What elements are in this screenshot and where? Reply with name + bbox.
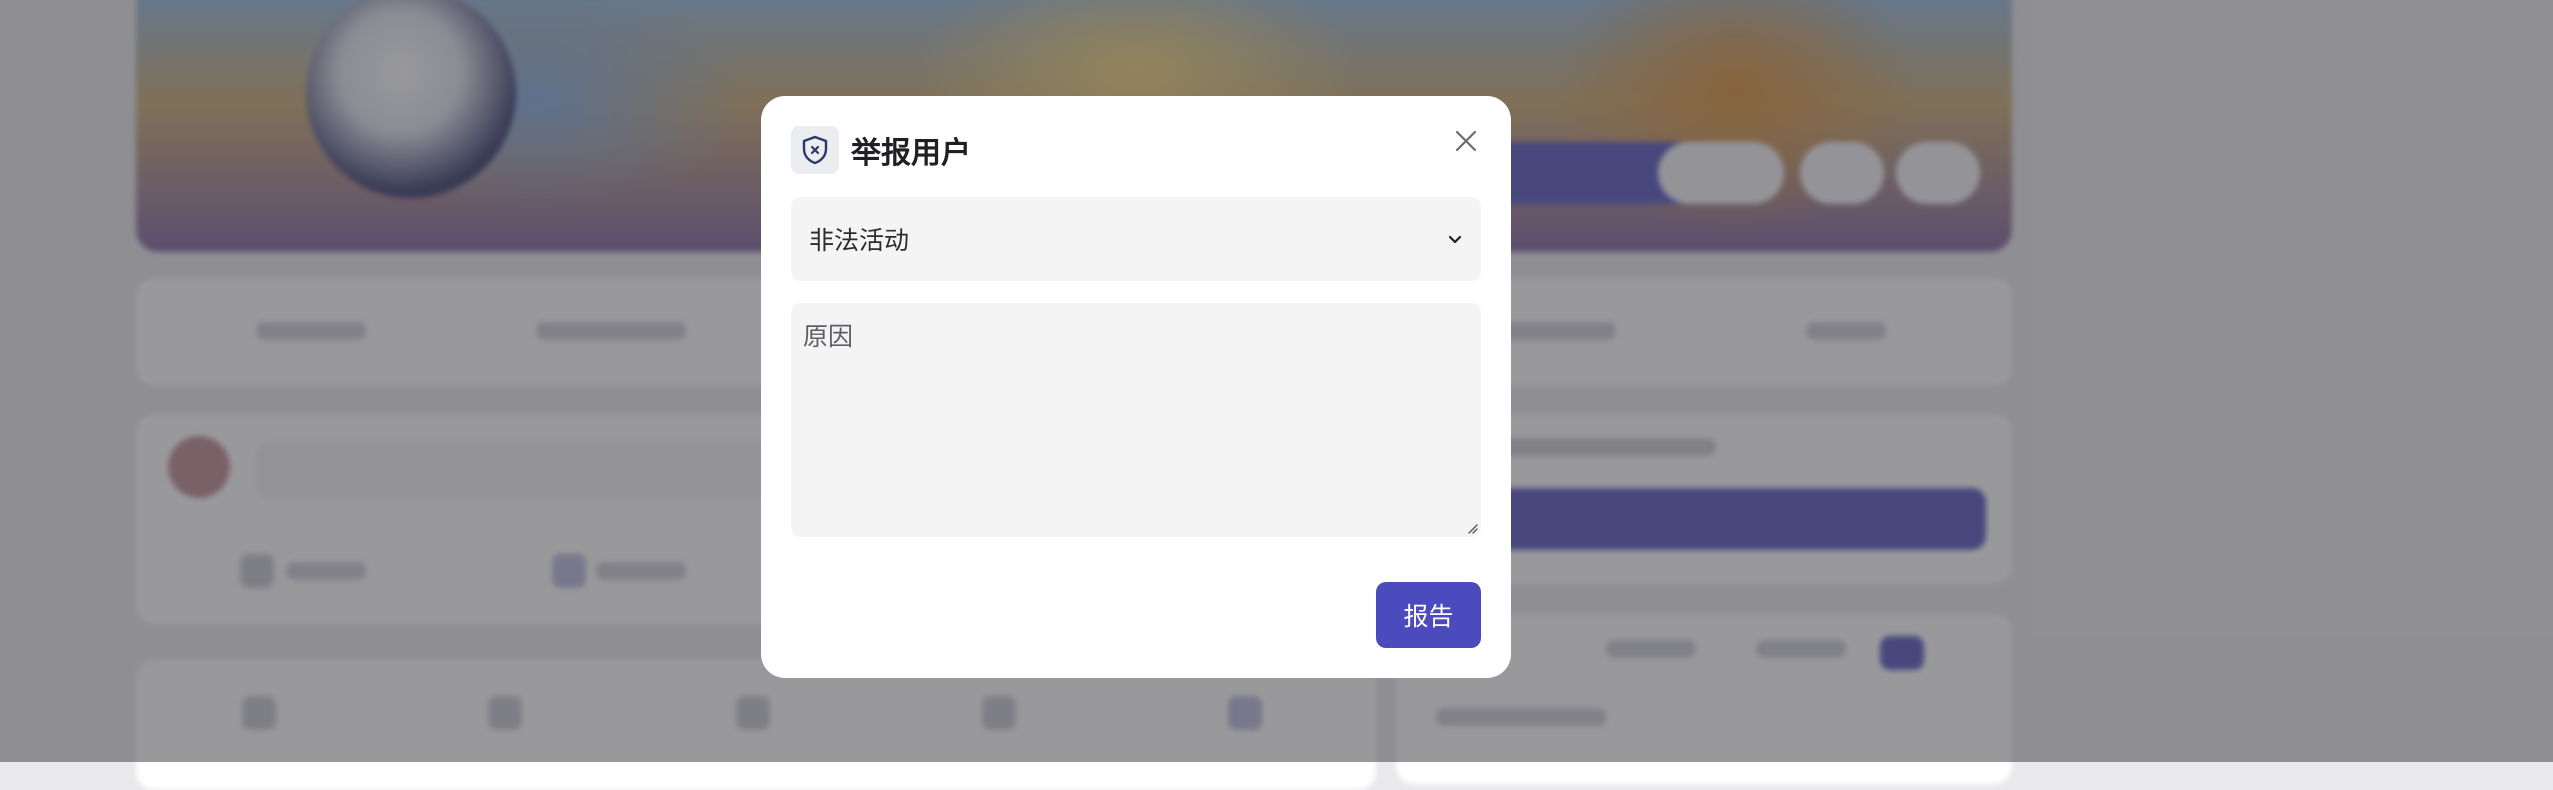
close-button[interactable]	[1451, 126, 1481, 156]
reason-select[interactable]: 非法活动	[791, 197, 1481, 281]
report-submit-button[interactable]: 报告	[1376, 582, 1481, 648]
dialog-header: 举报用户	[791, 126, 971, 174]
resize-handle-icon[interactable]	[1466, 522, 1478, 534]
shield-x-icon	[791, 126, 839, 174]
dialog-title: 举报用户	[851, 137, 971, 170]
reason-textarea[interactable]: 原因	[791, 303, 1481, 537]
reason-textarea-placeholder: 原因	[803, 323, 854, 351]
chevron-down-icon	[1448, 235, 1462, 244]
close-icon	[1455, 130, 1477, 152]
report-user-dialog: 举报用户 非法活动 原因 报告	[761, 96, 1511, 678]
reason-select-value: 非法活动	[809, 227, 910, 255]
